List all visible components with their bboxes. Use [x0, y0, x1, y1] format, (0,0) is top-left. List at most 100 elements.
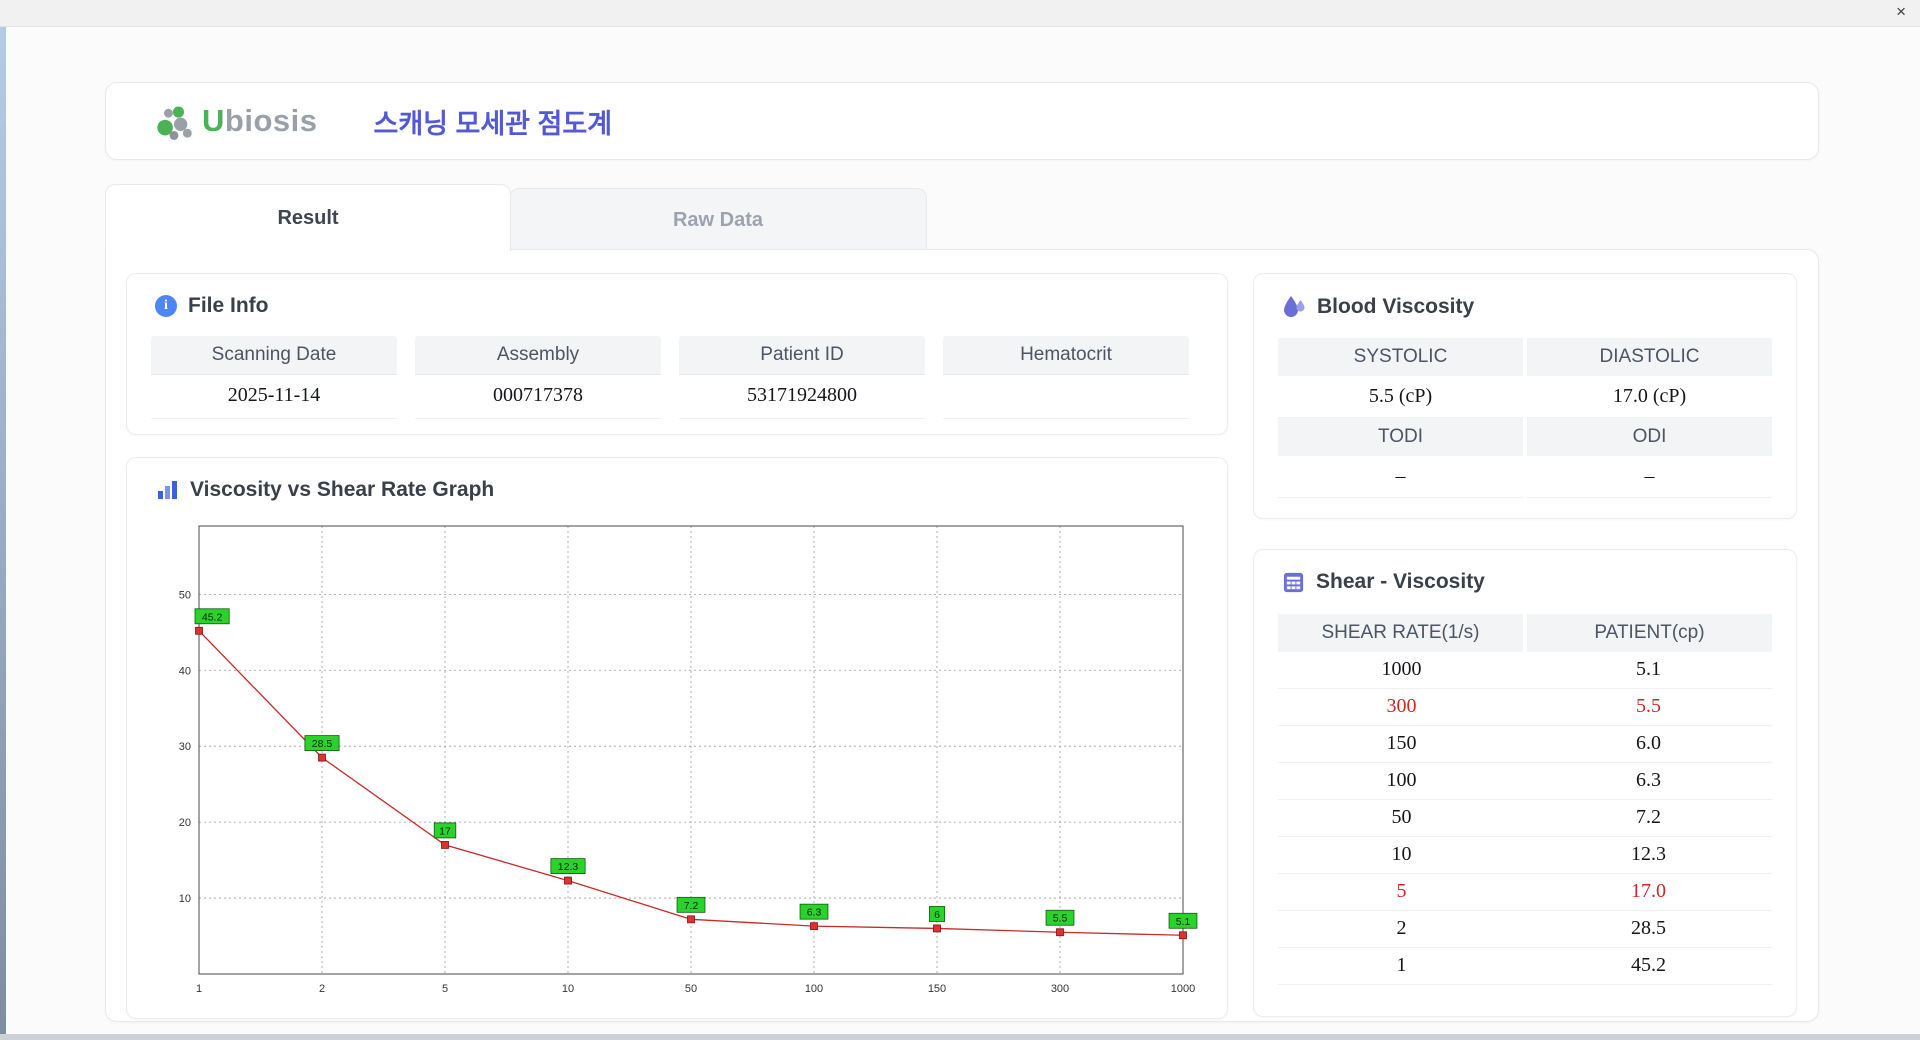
page-title: 스캐닝 모세관 점도계 — [373, 108, 613, 139]
field-value: 000717378 — [415, 375, 661, 419]
window-bottom-edge — [0, 1034, 1920, 1040]
shear-rate-cell: 1 — [1278, 948, 1525, 985]
blood-viscosity-title: Blood Viscosity — [1317, 295, 1475, 318]
shear-rate-cell: 5 — [1278, 874, 1525, 911]
svg-text:6.3: 6.3 — [807, 907, 822, 919]
svg-text:28.5: 28.5 — [312, 738, 333, 750]
svg-text:30: 30 — [179, 741, 191, 753]
patient-column-header: PATIENT(cp) — [1527, 614, 1772, 652]
blood-viscosity-table: SYSTOLIC DIASTOLIC 5.5 (cP) 17.0 (cP) TO… — [1278, 338, 1772, 498]
patient-cell: 7.2 — [1525, 800, 1772, 837]
patient-cell: 6.0 — [1525, 726, 1772, 763]
header-card: Ubiosis 스캐닝 모세관 점도계 — [105, 82, 1819, 160]
table-row: 300 5.5 — [1278, 689, 1772, 726]
shear-rate-column-header: SHEAR RATE(1/s) — [1278, 614, 1523, 652]
shear-rate-cell: 300 — [1278, 689, 1525, 726]
field-label: Patient ID — [679, 336, 925, 375]
svg-text:5.1: 5.1 — [1176, 916, 1191, 928]
shear-table: SHEAR RATE(1/s) PATIENT(cp) 1000 5.1 300 5.… — [1278, 614, 1772, 985]
svg-text:7.2: 7.2 — [684, 900, 699, 912]
shear-rate-cell: 1000 — [1278, 652, 1525, 689]
window-titlebar: × — [0, 0, 1920, 27]
droplet-icon — [1284, 296, 1305, 317]
patient-cell: 28.5 — [1525, 911, 1772, 948]
blood-viscosity-card: Blood Viscosity SYSTOLIC DIASTOLIC 5.5 (… — [1253, 273, 1797, 519]
systolic-value: 5.5 (cP) — [1278, 376, 1523, 418]
patient-cell: 5.1 — [1525, 652, 1772, 689]
shear-rate-cell: 10 — [1278, 837, 1525, 874]
svg-text:6: 6 — [934, 909, 940, 921]
logo: Ubiosis — [154, 101, 317, 141]
field-patient-id: Patient ID 53171924800 — [679, 336, 925, 419]
patient-cell: 6.3 — [1525, 763, 1772, 800]
shear-viscosity-card: Shear - Viscosity SHEAR RATE(1/s) PATIEN… — [1253, 549, 1797, 1017]
field-assembly: Assembly 000717378 — [415, 336, 661, 419]
svg-text:12.3: 12.3 — [558, 861, 579, 873]
svg-text:50: 50 — [179, 589, 191, 601]
table-row: 1000 5.1 — [1278, 652, 1772, 689]
table-icon — [1283, 572, 1304, 592]
todi-value: – — [1278, 456, 1523, 498]
diastolic-value: 17.0 (cP) — [1527, 376, 1772, 418]
svg-text:2: 2 — [319, 983, 325, 995]
svg-text:10: 10 — [562, 983, 574, 995]
window-edge-strip — [0, 0, 6, 1040]
patient-cell: 12.3 — [1525, 837, 1772, 874]
field-label: Scanning Date — [151, 336, 397, 375]
shear-rate-cell: 150 — [1278, 726, 1525, 763]
svg-text:5.5: 5.5 — [1053, 913, 1068, 925]
info-icon: i — [155, 295, 177, 317]
svg-text:40: 40 — [179, 665, 191, 677]
table-row: 5 17.0 — [1278, 874, 1772, 911]
field-value: 53171924800 — [679, 375, 925, 419]
graph-card: Viscosity vs Shear Rate Graph 10 20 30 40 50… — [126, 457, 1228, 1019]
svg-text:20: 20 — [179, 817, 191, 829]
close-icon[interactable]: × — [1896, 2, 1906, 22]
viscosity-chart: 10 20 30 40 50 1 2 5 10 50 100 150 300 1000 45.2 28.5 17… — [179, 525, 1198, 995]
field-label: Assembly — [415, 336, 661, 375]
field-label: Hematocrit — [943, 336, 1189, 375]
svg-text:45.2: 45.2 — [202, 611, 223, 623]
systolic-header: SYSTOLIC — [1278, 338, 1523, 376]
odi-header: ODI — [1527, 418, 1772, 456]
shear-rate-cell: 2 — [1278, 911, 1525, 948]
result-panel: i File Info Scanning Date 2025-11-14 Ass… — [105, 249, 1819, 1022]
field-hematocrit: Hematocrit — [943, 336, 1189, 419]
table-row: 1 45.2 — [1278, 948, 1772, 985]
shear-rate-cell: 100 — [1278, 763, 1525, 800]
table-row: 10 12.3 — [1278, 837, 1772, 874]
svg-text:50: 50 — [685, 983, 697, 995]
svg-text:10: 10 — [179, 893, 191, 905]
svg-text:1: 1 — [196, 983, 202, 995]
patient-cell: 45.2 — [1525, 948, 1772, 985]
tab-result[interactable]: Result — [105, 184, 511, 251]
diastolic-header: DIASTOLIC — [1527, 338, 1772, 376]
table-row: 2 28.5 — [1278, 911, 1772, 948]
patient-cell: 5.5 — [1525, 689, 1772, 726]
graph-title: Viscosity vs Shear Rate Graph — [190, 478, 495, 501]
table-row: 150 6.0 — [1278, 726, 1772, 763]
field-scanning-date: Scanning Date 2025-11-14 — [151, 336, 397, 419]
svg-text:5: 5 — [442, 983, 448, 995]
svg-text:17: 17 — [439, 825, 451, 837]
table-row: 100 6.3 — [1278, 763, 1772, 800]
ubiosis-logo-icon — [157, 106, 192, 140]
svg-text:300: 300 — [1051, 983, 1069, 995]
file-info-card: i File Info Scanning Date 2025-11-14 Ass… — [126, 273, 1228, 435]
svg-text:100: 100 — [805, 983, 823, 995]
shear-viscosity-title: Shear - Viscosity — [1316, 570, 1485, 593]
file-info-title: File Info — [188, 294, 269, 317]
bar-chart-icon — [158, 481, 177, 499]
todi-header: TODI — [1278, 418, 1523, 456]
field-value — [943, 375, 1189, 419]
svg-text:150: 150 — [928, 983, 946, 995]
chart-holder: 10 20 30 40 50 1 2 5 10 50 100 150 300 1000 45.2 28.5 17… — [153, 514, 1201, 1013]
shear-rate-cell: 50 — [1278, 800, 1525, 837]
patient-cell: 17.0 — [1525, 874, 1772, 911]
field-value: 2025-11-14 — [151, 375, 397, 419]
brand-name: Ubiosis — [202, 103, 318, 138]
table-row: 50 7.2 — [1278, 800, 1772, 837]
odi-value: – — [1527, 456, 1772, 498]
svg-text:1000: 1000 — [1171, 983, 1195, 995]
tab-raw-data[interactable]: Raw Data — [509, 188, 927, 251]
